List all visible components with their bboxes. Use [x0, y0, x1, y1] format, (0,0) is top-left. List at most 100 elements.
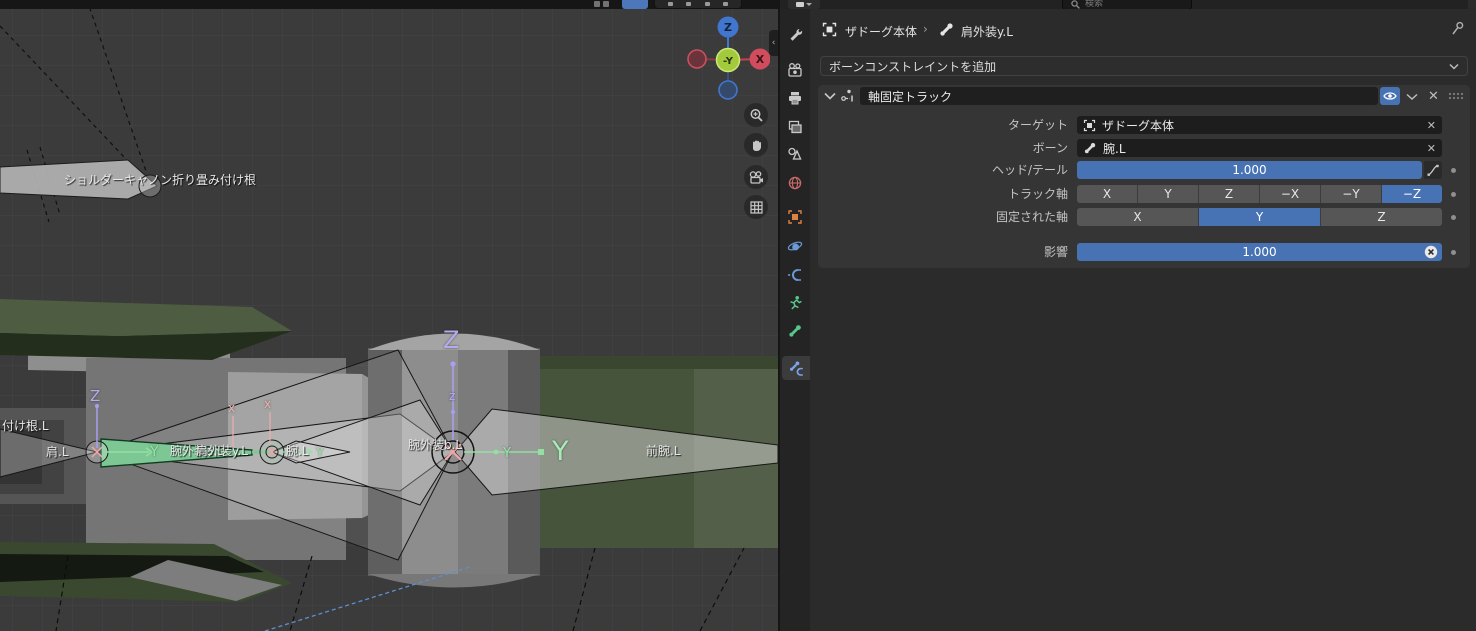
track-axis-option[interactable]: Z	[1199, 185, 1260, 203]
locked-axis-decorator[interactable]	[1451, 215, 1456, 220]
track-axis-decorator[interactable]	[1451, 192, 1456, 197]
grid-ortho-icon	[749, 200, 764, 215]
tab-object-data[interactable]	[783, 291, 807, 315]
tab-constraints[interactable]	[783, 263, 807, 287]
editor-type-button[interactable]	[788, 0, 820, 9]
influence-slider[interactable]: 1.000	[1077, 243, 1442, 261]
tab-bone-constraint[interactable]	[782, 356, 810, 380]
pan-hand-icon	[749, 138, 764, 153]
bone-field[interactable]: 腕.L ✕	[1077, 139, 1442, 157]
locked-axis-segments: XYZ	[1077, 208, 1442, 226]
track-axis-option[interactable]: −Y	[1321, 185, 1382, 203]
add-bone-constraint-button[interactable]: ボーンコンストレイントを追加	[820, 56, 1468, 76]
constraint-extras-chevron-icon[interactable]	[1406, 93, 1418, 101]
constraint-name: 軸固定トラック	[868, 88, 952, 105]
bone-clear-icon[interactable]: ✕	[1427, 142, 1436, 155]
world-icon	[787, 175, 803, 191]
snap-toggle-button[interactable]	[622, 0, 648, 9]
panel-expand-chevron-icon[interactable]	[824, 92, 836, 101]
add-constraint-label: ボーンコンストレイントを追加	[829, 58, 1449, 75]
scene-icon	[787, 146, 803, 162]
3d-viewport[interactable]: ショルダーキャノン折り畳み付け根付け根.L肩.L腕外装a.L肩外装y.L腕.L腕…	[0, 0, 778, 631]
ortho-grid-button[interactable]	[744, 195, 768, 219]
blender-window: ショルダーキャノン折り畳み付け根付け根.L肩.L腕外装a.L肩外装y.L腕.L腕…	[0, 0, 1476, 631]
bone-label: ボーン	[818, 139, 1068, 157]
tab-tool[interactable]	[783, 23, 807, 47]
target-clear-icon[interactable]: ✕	[1427, 119, 1436, 132]
camera-view-button[interactable]	[744, 165, 768, 189]
pin-icon[interactable]	[1450, 21, 1465, 36]
transform-pivot-icon[interactable]	[594, 1, 609, 7]
eye-icon	[1383, 90, 1397, 102]
viewport-header-icons[interactable]	[654, 0, 742, 9]
camera-view-icon	[748, 170, 764, 185]
bone-icon	[1083, 141, 1097, 155]
track-axis-option[interactable]: X	[1077, 185, 1138, 203]
viewport-header	[0, 0, 778, 9]
locked-axis-option[interactable]: X	[1077, 208, 1199, 226]
physics-icon	[787, 238, 803, 254]
track-axis-option[interactable]: −Z	[1382, 185, 1442, 203]
search-icon	[1071, 0, 1080, 9]
chevron-down-icon	[1449, 63, 1459, 70]
breadcrumb-bone[interactable]: 肩外装y.L	[961, 23, 1013, 40]
properties-tabstrip	[780, 9, 810, 631]
gizmo-neg-z-axis[interactable]	[719, 81, 737, 99]
object-icon	[1083, 119, 1096, 132]
track-axis-label: トラック軸	[818, 185, 1068, 203]
breadcrumb-object[interactable]: ザドーグ本体	[845, 23, 917, 40]
object-icon	[787, 209, 803, 225]
bone-constraint-icon	[788, 360, 804, 376]
breadcrumb-separator: ›	[923, 22, 928, 36]
influence-label: 影響	[818, 243, 1068, 261]
bone-icon	[938, 21, 955, 38]
target-label: ターゲット	[818, 116, 1068, 134]
search-placeholder: 検索	[1085, 0, 1103, 9]
clear-keyframe-icon[interactable]	[1424, 245, 1438, 259]
locked-axis-option[interactable]: Z	[1321, 208, 1442, 226]
tab-physics[interactable]	[783, 234, 807, 258]
constraint-delete-button[interactable]: ✕	[1428, 89, 1439, 104]
locked-axis-label: 固定された軸	[818, 208, 1068, 226]
bone-icon	[787, 323, 803, 339]
influence-decorator[interactable]	[1451, 250, 1456, 255]
track-axis-option[interactable]: Y	[1138, 185, 1199, 203]
head-tail-decorator[interactable]	[1451, 168, 1456, 173]
track-axis-segments: XYZ−X−Y−Z	[1077, 185, 1442, 203]
target-value: ザドーグ本体	[1102, 117, 1421, 134]
tab-view-layer[interactable]	[783, 115, 807, 139]
tab-output[interactable]	[783, 86, 807, 110]
target-field[interactable]: ザドーグ本体 ✕	[1077, 116, 1442, 134]
sidebar-toggle[interactable]: ‹	[769, 30, 778, 56]
properties-header: 検索	[780, 0, 1476, 9]
tool-icon	[787, 27, 803, 43]
render-icon	[787, 62, 803, 78]
zoom-button[interactable]	[744, 103, 768, 127]
tab-render[interactable]	[783, 58, 807, 82]
viewport-scene	[0, 0, 778, 631]
tab-world[interactable]	[783, 171, 807, 195]
gizmo-neg-x-axis[interactable]	[688, 50, 706, 68]
constraint-panel: 軸固定トラック ✕ ターゲット ザドーグ本体 ✕ ボーン	[818, 85, 1470, 268]
tab-bone[interactable]	[783, 319, 807, 343]
curve-icon	[1427, 164, 1439, 176]
constraints-icon	[787, 267, 803, 283]
locked-axis-option[interactable]: Y	[1199, 208, 1321, 226]
zoom-icon	[749, 108, 764, 123]
track-axis-option[interactable]: −X	[1260, 185, 1321, 203]
use-bbone-curve-button[interactable]	[1424, 161, 1442, 179]
navigation-gizmo[interactable]: Z X -Y	[686, 12, 770, 100]
constraint-enable-toggle[interactable]	[1380, 87, 1400, 105]
view-layer-icon	[787, 119, 803, 135]
pan-button[interactable]	[744, 133, 768, 157]
tab-scene[interactable]	[783, 142, 807, 166]
armature-data-icon	[787, 295, 803, 311]
constraint-name-input[interactable]: 軸固定トラック	[860, 87, 1378, 105]
gizmo-z-label: Z	[724, 21, 732, 34]
drag-handle[interactable]	[1448, 90, 1466, 102]
tab-object[interactable]	[783, 205, 807, 229]
head-tail-label: ヘッド/テール	[818, 161, 1068, 179]
gizmo-x-label: X	[756, 53, 765, 66]
head-tail-slider[interactable]: 1.000	[1077, 161, 1422, 179]
influence-value: 1.000	[1242, 245, 1276, 259]
